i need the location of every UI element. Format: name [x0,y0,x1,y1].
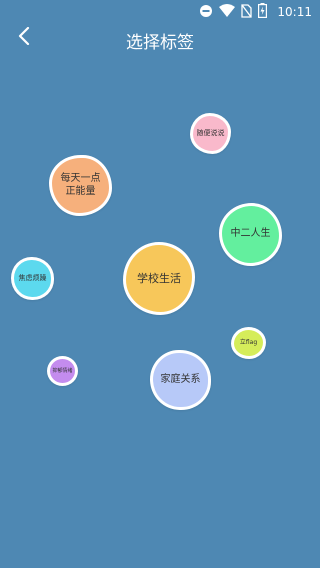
battery-charging-icon [258,2,268,22]
tag-jiating-guanxi[interactable]: 家庭关系 [150,350,211,410]
tag-label: 抑郁情绪 [52,367,73,374]
tag-label-group: 每天一点 正能量 [61,173,101,198]
tag-label: 随便说说 [196,129,225,138]
tag-label: 家庭关系 [160,373,201,385]
tag-suibian-shuoshuo[interactable]: 随便说说 [190,113,231,154]
status-bar: 10:11 [0,0,320,24]
tag-jiaolv-fanzao[interactable]: 焦虑烦躁 [11,257,54,300]
tag-zhonger-rensheng[interactable]: 中二人生 [219,203,282,266]
status-icons: 10:11 [199,0,312,24]
status-time: 10:11 [277,5,312,19]
do-not-disturb-icon [199,3,213,22]
no-sim-icon [241,3,253,22]
page-title: 选择标签 [126,33,194,53]
tag-label: 立flag [239,339,258,347]
toolbar: 选择标签 [0,24,320,56]
tag-label-line1: 每天一点 [60,173,101,184]
tag-yiyu-qingxu[interactable]: 抑郁情绪 [47,356,78,386]
tag-label: 焦虑烦躁 [18,274,47,283]
tag-li-flag[interactable]: 立flag [231,327,266,359]
wifi-icon [219,3,236,22]
tag-xuexiao-shenghuo[interactable]: 学校生活 [123,242,195,315]
tag-meitian-yidian-zhengnengliang[interactable]: 每天一点 正能量 [49,155,112,216]
tag-label-line2: 正能量 [65,185,96,197]
tag-label: 学校生活 [137,271,181,285]
tag-label: 中二人生 [230,228,271,240]
